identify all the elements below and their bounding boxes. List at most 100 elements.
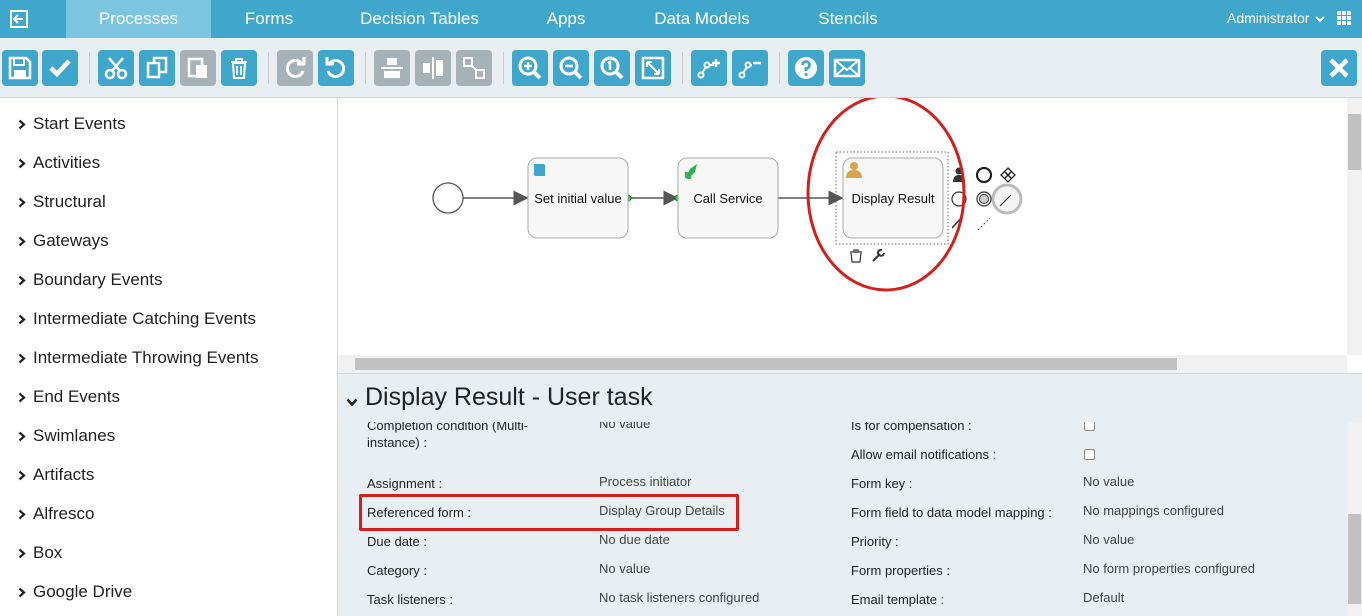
property-label[interactable]: Task listeners : bbox=[367, 591, 453, 608]
user-menu[interactable]: Administrator bbox=[1227, 10, 1326, 26]
palette-group-intermediate-catching-events[interactable]: Intermediate Catching Events bbox=[18, 307, 256, 331]
palette-group-box[interactable]: Box bbox=[18, 541, 62, 565]
is-for-compensation-checkbox[interactable] bbox=[1084, 422, 1095, 431]
property-label[interactable]: Due date : bbox=[367, 533, 427, 550]
property-value[interactable]: No value bbox=[599, 560, 650, 577]
chevron-right-icon bbox=[18, 158, 26, 168]
tab-data-models[interactable]: Data Models bbox=[640, 0, 764, 38]
save-icon bbox=[8, 56, 32, 80]
property-label[interactable]: Completion condition (Multi-instance) : bbox=[367, 422, 557, 451]
close-icon bbox=[1329, 58, 1349, 78]
delete-shape-icon[interactable] bbox=[850, 249, 862, 263]
palette-group-start-events[interactable]: Start Events bbox=[18, 112, 126, 136]
property-value[interactable]: No value bbox=[1083, 531, 1134, 548]
feedback-mail-icon bbox=[833, 58, 861, 78]
palette-group-boundary-events[interactable]: Boundary Events bbox=[18, 268, 162, 292]
process-canvas[interactable]: Set initial value Call Service Display R… bbox=[338, 94, 1362, 373]
back-button[interactable] bbox=[0, 0, 38, 38]
palette-group-google-drive[interactable]: Google Drive bbox=[18, 580, 132, 604]
zoom-fit-icon bbox=[641, 56, 665, 80]
feedback-button[interactable] bbox=[829, 50, 865, 86]
task-call-service[interactable]: Call Service bbox=[677, 157, 779, 239]
zoom-fit-button[interactable] bbox=[635, 50, 671, 86]
chevron-right-icon bbox=[18, 197, 26, 207]
palette-group-label: Artifacts bbox=[33, 465, 95, 484]
zoom-actual-button[interactable] bbox=[594, 50, 630, 86]
task-set-initial-value[interactable]: Set initial value bbox=[527, 157, 629, 239]
add-end-event-icon[interactable] bbox=[975, 166, 993, 184]
align-horizontal-button[interactable] bbox=[415, 50, 451, 86]
palette-group-activities[interactable]: Activities bbox=[18, 151, 100, 175]
scrollbar-thumb[interactable] bbox=[1348, 114, 1361, 170]
wrench-icon[interactable] bbox=[872, 248, 885, 262]
canvas-horizontal-scrollbar[interactable] bbox=[338, 355, 1347, 373]
property-value[interactable]: No value bbox=[599, 422, 650, 432]
app-launcher-button[interactable] bbox=[1337, 11, 1351, 30]
start-event[interactable] bbox=[432, 182, 464, 214]
validate-button[interactable] bbox=[42, 50, 78, 86]
property-value[interactable]: No form properties configured bbox=[1083, 560, 1255, 577]
same-size-button[interactable] bbox=[456, 50, 492, 86]
property-label[interactable]: Category : bbox=[367, 562, 427, 579]
property-value[interactable]: No value bbox=[1083, 473, 1134, 490]
task-display-result[interactable]: Display Result bbox=[835, 151, 949, 245]
tab-forms[interactable]: Forms bbox=[211, 0, 327, 38]
remove-bendpoint-button[interactable] bbox=[732, 50, 768, 86]
allow-email-notifications-checkbox[interactable] bbox=[1084, 449, 1095, 460]
zoom-in-icon bbox=[518, 56, 542, 80]
zoom-out-button[interactable] bbox=[553, 50, 589, 86]
add-gateway-icon[interactable] bbox=[1000, 167, 1016, 183]
add-bendpoint-button[interactable] bbox=[691, 50, 727, 86]
align-horizontal-icon bbox=[423, 57, 443, 79]
palette-group-gateways[interactable]: Gateways bbox=[18, 229, 109, 253]
scrollbar-thumb[interactable] bbox=[355, 358, 1177, 370]
palette-group-artifacts[interactable]: Artifacts bbox=[18, 463, 94, 487]
align-vertical-button[interactable] bbox=[374, 50, 410, 86]
tab-stencils[interactable]: Stencils bbox=[800, 0, 896, 38]
close-editor-button[interactable] bbox=[1321, 50, 1357, 86]
palette-group-end-events[interactable]: End Events bbox=[18, 385, 120, 409]
redo-button[interactable] bbox=[277, 50, 313, 86]
property-label[interactable]: Form field to data model mapping : bbox=[851, 504, 1052, 521]
align-vertical-icon bbox=[381, 58, 403, 78]
paste-button[interactable] bbox=[180, 50, 216, 86]
property-value[interactable]: Default bbox=[1083, 589, 1124, 606]
property-value[interactable]: Process initiator bbox=[599, 473, 691, 490]
property-label[interactable]: Is for compensation : bbox=[851, 422, 972, 434]
tab-processes[interactable]: Processes bbox=[66, 0, 211, 38]
palette-group-label: Gateways bbox=[33, 231, 109, 250]
property-label[interactable]: Assignment : bbox=[367, 475, 442, 492]
properties-scrollbar[interactable] bbox=[1347, 422, 1362, 616]
property-label[interactable]: Form properties : bbox=[851, 562, 950, 579]
palette-group-intermediate-throwing-events[interactable]: Intermediate Throwing Events bbox=[18, 346, 259, 370]
property-value[interactable]: No task listeners configured bbox=[599, 589, 759, 606]
chevron-down-icon bbox=[1315, 16, 1326, 23]
palette-group-label: Google Drive bbox=[33, 582, 133, 601]
palette-group-swimlanes[interactable]: Swimlanes bbox=[18, 424, 115, 448]
property-value[interactable]: No due date bbox=[599, 531, 670, 548]
property-label[interactable]: Email template : bbox=[851, 591, 944, 608]
palette-group-structural[interactable]: Structural bbox=[18, 190, 106, 214]
scrollbar-thumb[interactable] bbox=[1348, 514, 1361, 604]
chevron-right-icon bbox=[18, 548, 26, 558]
chevron-right-icon bbox=[18, 470, 26, 480]
undo-button[interactable] bbox=[318, 50, 354, 86]
delete-button[interactable] bbox=[221, 50, 257, 86]
property-label[interactable]: Priority : bbox=[851, 533, 899, 550]
palette-group-alfresco[interactable]: Alfresco bbox=[18, 502, 94, 526]
task-label: Set initial value bbox=[534, 191, 621, 206]
redo-icon bbox=[285, 57, 306, 78]
tab-apps[interactable]: Apps bbox=[516, 0, 616, 38]
property-label[interactable]: Allow email notifications : bbox=[851, 446, 996, 463]
palette-group-label: Activities bbox=[33, 153, 101, 172]
help-button[interactable] bbox=[788, 50, 824, 86]
canvas-vertical-scrollbar[interactable] bbox=[1347, 98, 1362, 355]
copy-button[interactable] bbox=[139, 50, 175, 86]
tab-decision-tables[interactable]: Decision Tables bbox=[337, 0, 502, 38]
property-label[interactable]: Form key : bbox=[851, 475, 912, 492]
collapse-properties-button[interactable] bbox=[346, 394, 358, 412]
zoom-in-button[interactable] bbox=[512, 50, 548, 86]
property-value[interactable]: No mappings configured bbox=[1083, 502, 1224, 519]
save-button[interactable] bbox=[2, 50, 38, 86]
cut-button[interactable] bbox=[98, 50, 134, 86]
